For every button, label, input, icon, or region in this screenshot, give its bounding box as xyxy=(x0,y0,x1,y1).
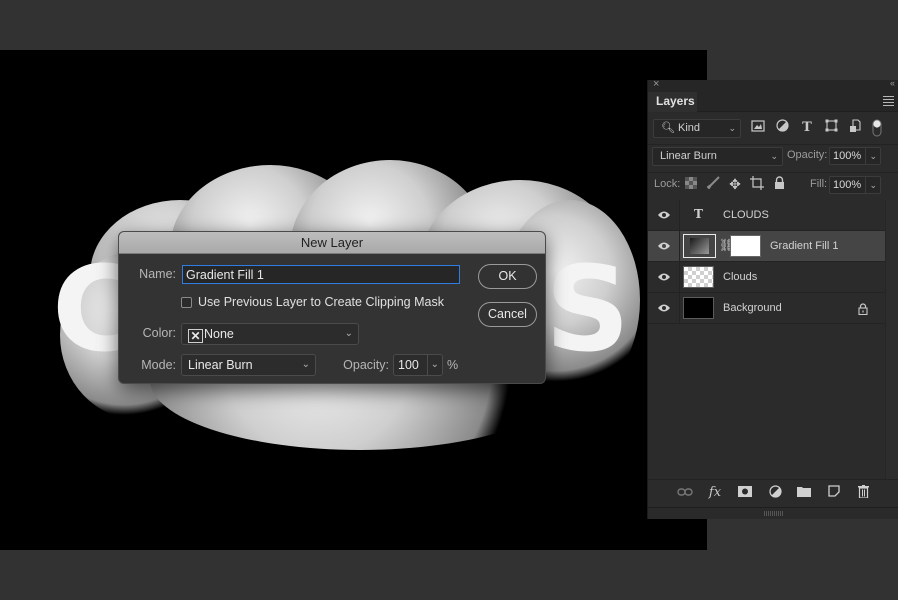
opacity-unit: % xyxy=(447,358,459,372)
panel-header-bar[interactable]: × ‹‹ xyxy=(648,78,898,92)
mode-select[interactable]: Linear Burn ⌄ xyxy=(181,354,316,376)
fx-icon[interactable]: fx xyxy=(706,485,724,501)
layers-list: T CLOUDS ⛓ Gradient Fill 1 Clouds Backgr… xyxy=(648,200,886,480)
collapse-panel-icon[interactable]: ‹‹ xyxy=(890,78,895,88)
layer-name: Clouds xyxy=(723,271,758,283)
layers-panel: × ‹‹ Layers 🔍︎ Kind ⌄ T Linear Burn ⌄ Op… xyxy=(647,78,898,519)
visibility-eye-icon[interactable] xyxy=(657,241,671,251)
link-layers-icon[interactable] xyxy=(676,485,694,501)
chevron-down-icon: ⌄ xyxy=(728,123,736,133)
new-layer-dialog: New Layer Name: Use Previous Layer to Cr… xyxy=(118,231,546,384)
chevron-down-icon: ⌄ xyxy=(770,151,778,161)
panel-menu-icon[interactable] xyxy=(883,96,894,108)
shape-filter-icon[interactable] xyxy=(823,119,839,137)
visibility-eye-icon[interactable] xyxy=(657,210,671,220)
canvas-text-letter-s: S xyxy=(545,240,630,378)
opacity-value: 100 xyxy=(398,358,419,372)
gradient-fill-thumbnail[interactable] xyxy=(683,234,716,258)
chevron-down-icon[interactable]: ⌄ xyxy=(869,148,877,164)
lock-row: Lock: ✥ Fill: 100% ⌄ xyxy=(648,175,898,195)
clipping-mask-label[interactable]: Use Previous Layer to Create Clipping Ma… xyxy=(198,295,444,309)
blend-mode-select[interactable]: Linear Burn ⌄ xyxy=(652,147,783,166)
chevron-down-icon: ⌄ xyxy=(344,328,353,339)
color-select-value: None xyxy=(204,327,234,341)
lock-image-pixels-icon[interactable] xyxy=(705,176,721,194)
layer-row-background[interactable]: Background xyxy=(648,293,886,324)
image-filter-icon[interactable] xyxy=(750,119,766,137)
layers-panel-footer: fx xyxy=(648,479,898,507)
layer-locked-icon[interactable] xyxy=(858,303,868,315)
layer-name: Gradient Fill 1 xyxy=(770,240,839,252)
close-panel-icon[interactable]: × xyxy=(653,78,659,90)
layer-row-gradient-fill[interactable]: ⛓ Gradient Fill 1 xyxy=(648,231,886,262)
smart-object-filter-icon[interactable] xyxy=(847,119,863,137)
layer-fill-input[interactable]: 100% ⌄ xyxy=(829,176,881,194)
blend-mode-value: Linear Burn xyxy=(660,150,717,162)
filter-kind-value: Kind xyxy=(678,122,701,134)
chevron-down-icon: ⌄ xyxy=(301,359,310,370)
opacity-dropdown-chevron-icon[interactable]: ⌄ xyxy=(431,355,439,375)
delete-layer-icon[interactable] xyxy=(854,485,872,501)
new-layer-icon[interactable] xyxy=(825,485,843,501)
lock-label: Lock: xyxy=(654,178,681,190)
type-filter-icon[interactable]: T xyxy=(799,119,815,137)
layer-opacity-input[interactable]: 100% ⌄ xyxy=(829,147,881,165)
fill-label: Fill: xyxy=(810,178,828,190)
blend-row: Linear Burn ⌄ Opacity: 100% ⌄ xyxy=(648,147,898,167)
visibility-eye-icon[interactable] xyxy=(657,272,671,282)
lock-all-icon[interactable] xyxy=(771,176,787,194)
chevron-down-icon[interactable]: ⌄ xyxy=(869,177,877,193)
color-select[interactable]: ✕ None ⌄ xyxy=(181,323,359,345)
filter-toggle-icon[interactable] xyxy=(869,119,885,137)
layer-name: CLOUDS xyxy=(723,209,769,221)
filter-row: 🔍︎ Kind ⌄ T xyxy=(648,119,898,139)
cancel-button[interactable]: Cancel xyxy=(478,302,537,327)
lock-transparent-pixels-icon[interactable] xyxy=(683,176,699,194)
lock-artboard-icon[interactable] xyxy=(749,176,765,194)
text-layer-icon: T xyxy=(694,207,703,221)
mode-label: Mode: xyxy=(141,358,176,372)
lock-position-icon[interactable]: ✥ xyxy=(727,175,743,193)
layer-name-input[interactable] xyxy=(182,265,460,284)
tab-layers[interactable]: Layers xyxy=(648,92,697,112)
name-label: Name: xyxy=(139,267,176,281)
panel-tabs: Layers xyxy=(648,92,898,112)
layer-row-clouds-text[interactable]: T CLOUDS xyxy=(648,200,886,231)
filter-kind-select[interactable]: 🔍︎ Kind ⌄ xyxy=(653,119,741,138)
adjustment-filter-icon[interactable] xyxy=(774,119,790,137)
gradient-swatch xyxy=(690,238,709,254)
ok-button[interactable]: OK xyxy=(478,264,537,289)
layer-mask-thumbnail[interactable] xyxy=(730,235,761,257)
clipping-mask-checkbox[interactable] xyxy=(181,297,192,308)
clouds-layer-thumbnail[interactable] xyxy=(683,266,714,288)
new-adjustment-icon[interactable] xyxy=(766,485,784,501)
visibility-eye-icon[interactable] xyxy=(657,303,671,313)
search-icon: 🔍︎ xyxy=(661,122,675,134)
color-label: Color: xyxy=(142,326,176,340)
new-group-icon[interactable] xyxy=(795,485,813,501)
opacity-input[interactable]: 100 ⌄ xyxy=(393,354,443,376)
layer-name: Background xyxy=(723,302,782,314)
layers-scrollbar[interactable] xyxy=(885,200,898,480)
layer-opacity-value: 100% xyxy=(833,150,862,162)
layer-row-clouds[interactable]: Clouds xyxy=(648,262,886,293)
panel-resize-grip[interactable] xyxy=(648,507,898,519)
background-layer-thumbnail[interactable] xyxy=(683,297,714,319)
dialog-title[interactable]: New Layer xyxy=(119,232,545,254)
mode-select-value: Linear Burn xyxy=(188,358,253,372)
opacity-label: Opacity: xyxy=(343,358,389,372)
add-mask-icon[interactable] xyxy=(736,485,754,501)
opacity-label: Opacity: xyxy=(787,149,828,161)
layer-fill-value: 100% xyxy=(833,179,862,191)
no-color-x-icon: ✕ xyxy=(188,329,203,343)
